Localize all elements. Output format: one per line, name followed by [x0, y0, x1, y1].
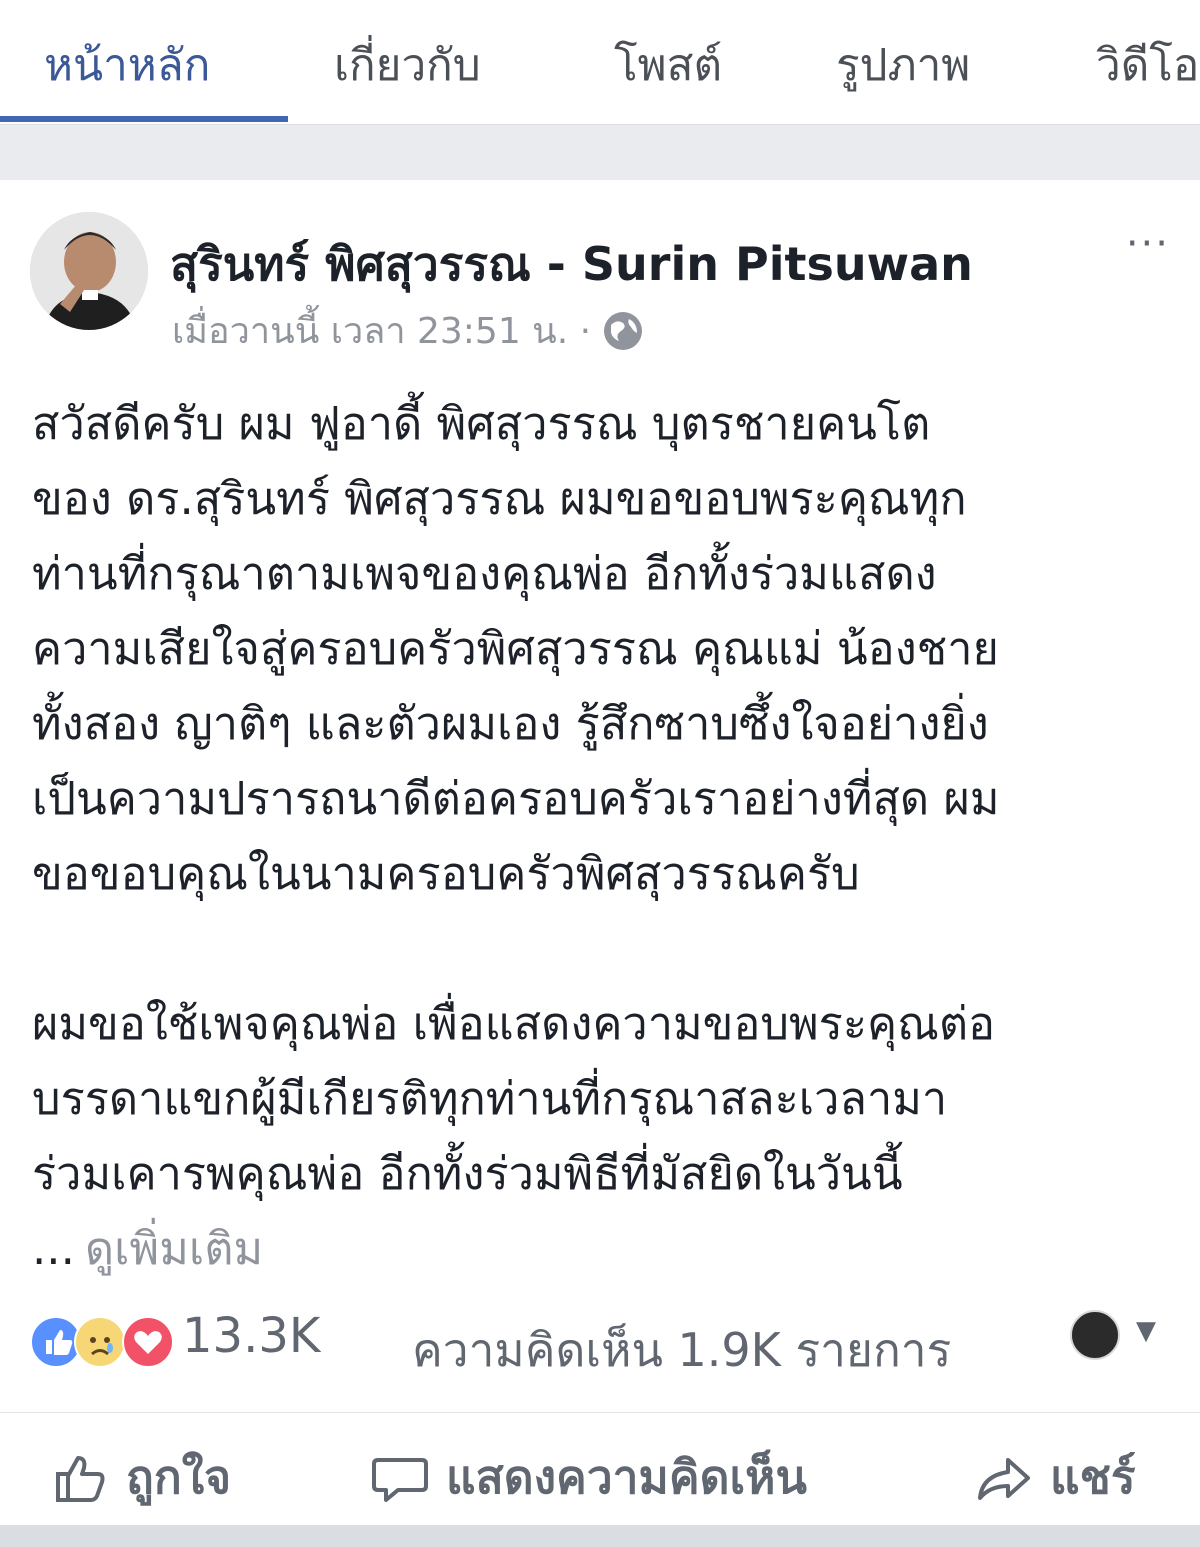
post-card: สุรินทร์ พิศสุวรรณ - Surin Pitsuwan เมื่… [0, 180, 1200, 1525]
more-options-icon[interactable]: ··· [1126, 224, 1170, 264]
post-timestamp[interactable]: เมื่อวานนี้ เวลา 23:51 น. · [172, 302, 591, 359]
chevron-down-icon[interactable]: ▼ [1136, 1316, 1156, 1346]
tab-videos[interactable]: วิดีโอ [1096, 30, 1199, 100]
page-tab-bar: หน้าหลัก เกี่ยวกับ โพสต์ รูปภาพ วิดีโอ [0, 0, 1200, 125]
comment-icon [372, 1457, 428, 1502]
feed-gap [0, 125, 1200, 180]
comment-button-label: แสดงความคิดเห็น [446, 1450, 807, 1504]
active-tab-indicator [0, 116, 288, 122]
post-body: สวัสดีครับ ผม ฟูอาดี้ พิศสุวรรณ บุตรชายค… [32, 386, 1182, 1286]
feed-separator [0, 1525, 1200, 1547]
reactions-count[interactable]: 13.3K [182, 1308, 320, 1364]
comments-count[interactable]: ความคิดเห็น 1.9K รายการ [412, 1314, 951, 1387]
ellipsis: ... [32, 1222, 75, 1275]
see-more-link[interactable]: ดูเพิ่มเติม [85, 1222, 263, 1275]
tab-about[interactable]: เกี่ยวกับ [334, 30, 481, 100]
post-actions: ถูกใจ แสดงความคิดเห็น แชร์ [0, 1412, 1200, 1523]
viewer-avatar[interactable] [1070, 1310, 1120, 1360]
see-more-row: ... ดูเพิ่มเติม [32, 1211, 1182, 1286]
globe-icon [601, 309, 645, 353]
tab-posts[interactable]: โพสต์ [614, 30, 722, 100]
like-button-label: ถูกใจ [126, 1450, 232, 1504]
author-avatar[interactable] [30, 212, 148, 330]
tab-photos[interactable]: รูปภาพ [836, 30, 970, 100]
thumbs-up-icon [56, 1455, 105, 1502]
post-stats: 13.3K ความคิดเห็น 1.9K รายการ ▼ [30, 1308, 1170, 1378]
love-icon [122, 1316, 174, 1368]
like-button[interactable]: ถูกใจ [52, 1441, 231, 1514]
tab-home[interactable]: หน้าหลัก [44, 30, 210, 100]
reaction-icons[interactable] [30, 1316, 178, 1368]
post-author-name[interactable]: สุรินทร์ พิศสุวรรณ - Surin Pitsuwan [170, 228, 973, 301]
sad-icon [74, 1316, 126, 1368]
avatar-portrait [30, 212, 148, 330]
post-paragraph-1: สวัสดีครับ ผม ฟูอาดี้ พิศสุวรรณ บุตรชายค… [32, 397, 1000, 900]
share-button-label: แชร์ [1050, 1450, 1136, 1504]
comment-button[interactable]: แสดงความคิดเห็น [372, 1441, 807, 1514]
share-icon [978, 1457, 1030, 1500]
post-paragraph-2: ผมขอใช้เพจคุณพ่อ เพื่อแสดงความขอบพระคุณต… [32, 997, 996, 1200]
post-meta: เมื่อวานนี้ เวลา 23:51 น. · [172, 302, 645, 359]
share-button[interactable]: แชร์ [976, 1441, 1136, 1514]
